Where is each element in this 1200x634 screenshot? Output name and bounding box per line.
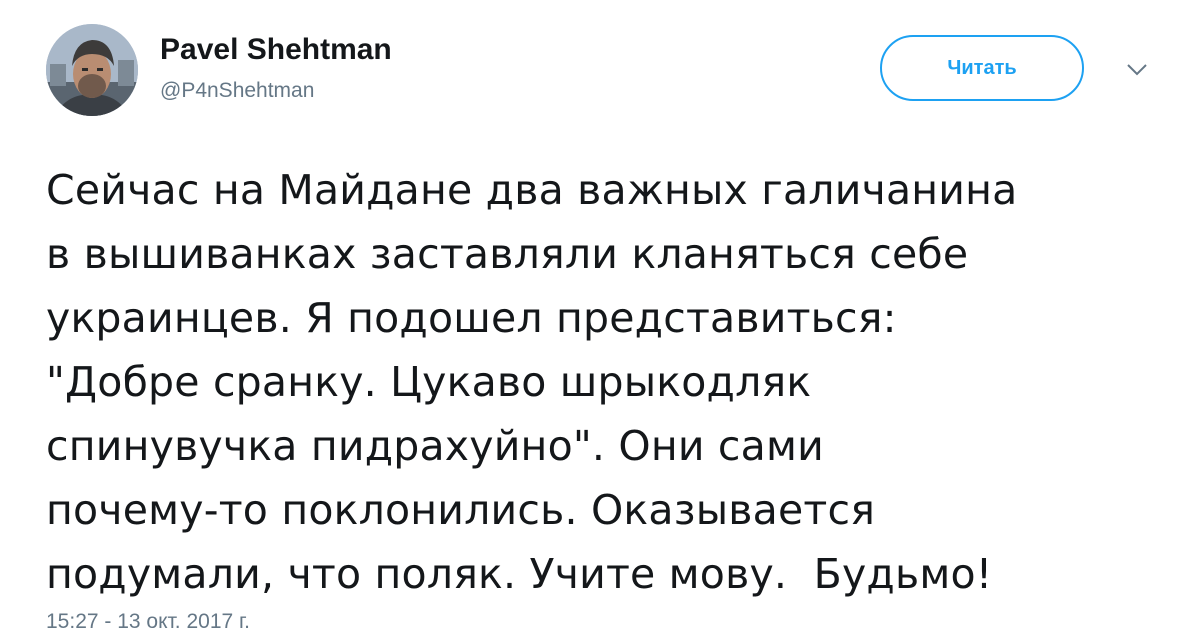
tweet-text: Сейчас на Майдане два важных галичанина … bbox=[46, 158, 1176, 606]
tweet-text-line: "Добре сранку. Цукаво шрыкодляк bbox=[46, 358, 812, 406]
chevron-down-icon[interactable] bbox=[1126, 62, 1148, 76]
avatar[interactable] bbox=[46, 24, 138, 116]
tweet-text-line: спинувучка пидрахуйно". Они сами bbox=[46, 422, 824, 470]
tweet-text-line: Сейчас на Майдане два важных галичанина bbox=[46, 166, 1018, 214]
author-handle[interactable]: @P4nShehtman bbox=[160, 79, 314, 103]
tweet-text-line: украинцев. Я подошел представиться: bbox=[46, 294, 897, 342]
avatar-photo bbox=[46, 24, 138, 116]
tweet-text-line: в вышиванках заставляли кланяться себе bbox=[46, 230, 969, 278]
tweet-text-line: почему-то поклонились. Оказывается bbox=[46, 486, 876, 534]
author-name[interactable]: Pavel Shehtman bbox=[160, 33, 392, 67]
tweet-timestamp[interactable]: 15:27 - 13 окт. 2017 г. bbox=[46, 610, 250, 634]
follow-button[interactable]: Читать bbox=[880, 35, 1084, 101]
tweet-text-line: подумали, что поляк. Учите мову. Будьмо! bbox=[46, 550, 993, 598]
tweet-card: Pavel Shehtman @P4nShehtman Читать Сейча… bbox=[0, 0, 1200, 633]
